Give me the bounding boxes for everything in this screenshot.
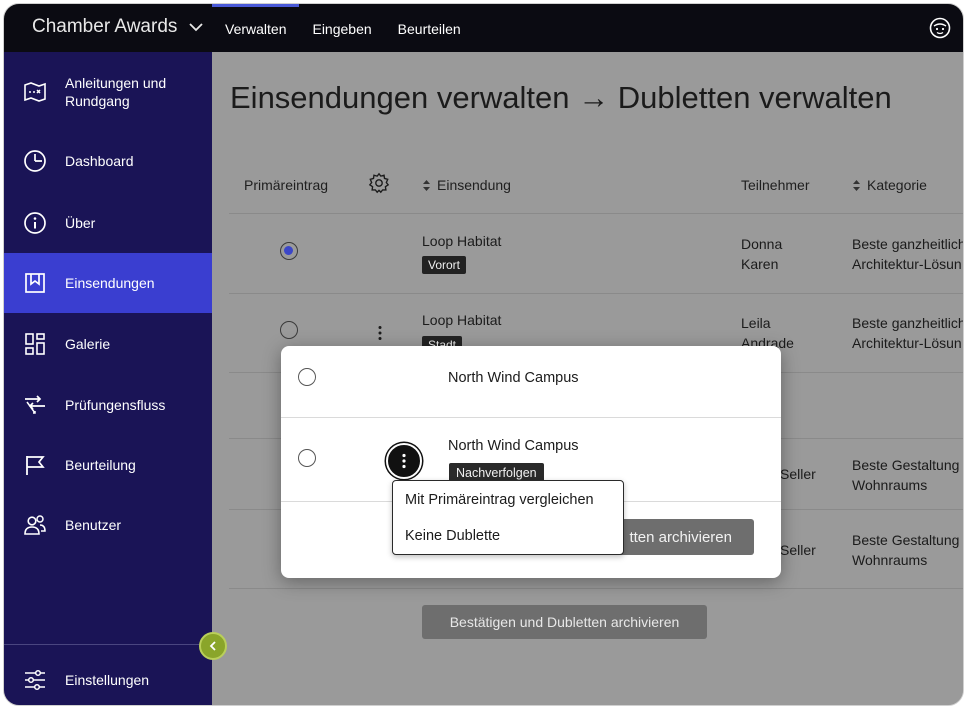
column-header-label: Einsendung (437, 177, 511, 193)
category-name: Architektur-Lösun (852, 256, 962, 272)
sliders-icon (22, 667, 48, 693)
category-name: Wohnraums (852, 552, 928, 568)
column-header-participant: Teilnehmer (741, 177, 809, 193)
sort-icon (423, 179, 430, 191)
sidebar-item-label: Über (65, 215, 96, 231)
top-bar: Chamber Awards Verwalten Eingeben Beurte… (4, 4, 963, 52)
more-options-icon (402, 453, 406, 469)
nav-verwalten[interactable]: Verwalten (212, 4, 300, 52)
participant-name: Seller (780, 542, 816, 558)
confirm-archive-button[interactable]: Bestätigen und Dubletten archivieren (422, 605, 707, 639)
primary-radio[interactable] (280, 242, 298, 260)
sidebar-item-guides[interactable]: Anleitungen und Rundgang (4, 58, 212, 126)
sidebar-item-label: Beurteilung (65, 457, 136, 473)
column-header-label: Teilnehmer (741, 177, 810, 193)
app-window: Chamber Awards Verwalten Eingeben Beurte… (3, 3, 964, 706)
sidebar-item-label: Einsendungen (65, 275, 155, 291)
flow-icon (22, 392, 48, 418)
sidebar-divider (4, 644, 212, 645)
chevron-down-icon (189, 23, 204, 32)
sidebar-item-label: Galerie (65, 336, 111, 352)
participant-name: Karen (741, 256, 779, 272)
user-face-icon[interactable] (929, 17, 951, 39)
menu-item-not-duplicate[interactable]: Keine Dublette (405, 528, 500, 544)
category-name: Beste Gestaltung (852, 457, 960, 473)
menu-item-compare-primary[interactable]: Mit Primäreintrag vergleichen (405, 492, 594, 508)
sidebar-item-label: Einstellungen (65, 672, 150, 688)
column-header-label: Primäreintrag (244, 177, 329, 193)
sidebar-item-submissions[interactable]: Einsendungen (4, 253, 212, 313)
nav-beurteilen[interactable]: Beurteilen (385, 4, 474, 52)
primary-radio[interactable] (298, 368, 316, 386)
map-icon (22, 79, 48, 105)
more-options-icon[interactable] (377, 325, 383, 341)
sidebar-item-settings[interactable]: Einstellungen (4, 650, 212, 705)
sidebar-item-about[interactable]: Über (4, 193, 212, 253)
primary-radio[interactable] (280, 321, 298, 339)
brand-name: Chamber Awards (32, 16, 178, 37)
gear-icon[interactable] (368, 172, 390, 194)
nav-eingeben[interactable]: Eingeben (299, 4, 384, 52)
top-nav: Verwalten Eingeben Beurteilen (212, 4, 474, 52)
more-options-button[interactable] (386, 443, 422, 479)
table-divider (229, 588, 963, 589)
entry-name: Loop Habitat (422, 233, 502, 249)
sort-icon (853, 179, 860, 191)
column-header-entry[interactable]: Einsendung (422, 177, 511, 193)
collapse-sidebar-button[interactable] (199, 632, 227, 660)
participant-name: Leila (741, 315, 771, 331)
sidebar-item-judging[interactable]: Beurteilung (4, 435, 212, 495)
sidebar-item-label: Benutzer (65, 517, 122, 533)
sidebar-item-dashboard[interactable]: Dashboard (4, 131, 212, 191)
bookmark-icon (22, 270, 48, 296)
entry-name: Loop Habitat (422, 312, 502, 328)
sidebar-item-label: Dashboard (65, 153, 134, 169)
column-header-category[interactable]: Kategorie (852, 177, 927, 193)
chevron-left-icon (209, 641, 216, 651)
category-name: Wohnraums (852, 477, 928, 493)
users-icon (22, 512, 48, 538)
entry-name: North Wind Campus (448, 438, 579, 454)
brand-switcher[interactable]: Chamber Awards (32, 16, 205, 38)
entry-name: North Wind Campus (448, 370, 579, 386)
info-icon (22, 210, 48, 236)
gauge-icon (22, 148, 48, 174)
category-name: Beste ganzheitlich (852, 315, 964, 331)
primary-radio[interactable] (298, 449, 316, 467)
flag-icon (22, 452, 48, 478)
column-header-primary: Primäreintrag (244, 177, 328, 193)
sidebar: Anleitungen und Rundgang Dashboard Über … (4, 52, 212, 705)
table-divider (229, 213, 963, 214)
modal-divider (281, 417, 781, 418)
options-menu: Mit Primäreintrag vergleichen Keine Dubl… (392, 480, 624, 555)
entry-tag: Vorort (422, 256, 467, 274)
participant-name: Donna (741, 236, 783, 252)
category-name: Architektur-Lösun (852, 335, 962, 351)
page-title: Einsendungen verwalten → Dubletten verwa… (230, 80, 892, 115)
grid-icon (22, 331, 48, 357)
sidebar-item-review-flow[interactable]: Prüfungensfluss (4, 375, 212, 435)
sidebar-item-label: Prüfungensfluss (65, 397, 166, 413)
sidebar-item-gallery[interactable]: Galerie (4, 314, 212, 374)
sidebar-item-users[interactable]: Benutzer (4, 495, 212, 555)
category-name: Beste ganzheitlich (852, 236, 964, 252)
table-divider (229, 293, 963, 294)
category-name: Beste Gestaltung (852, 532, 960, 548)
column-header-label: Kategorie (867, 177, 927, 193)
sidebar-item-label: Anleitungen und Rundgang (65, 75, 167, 109)
participant-name: Seller (780, 466, 816, 482)
